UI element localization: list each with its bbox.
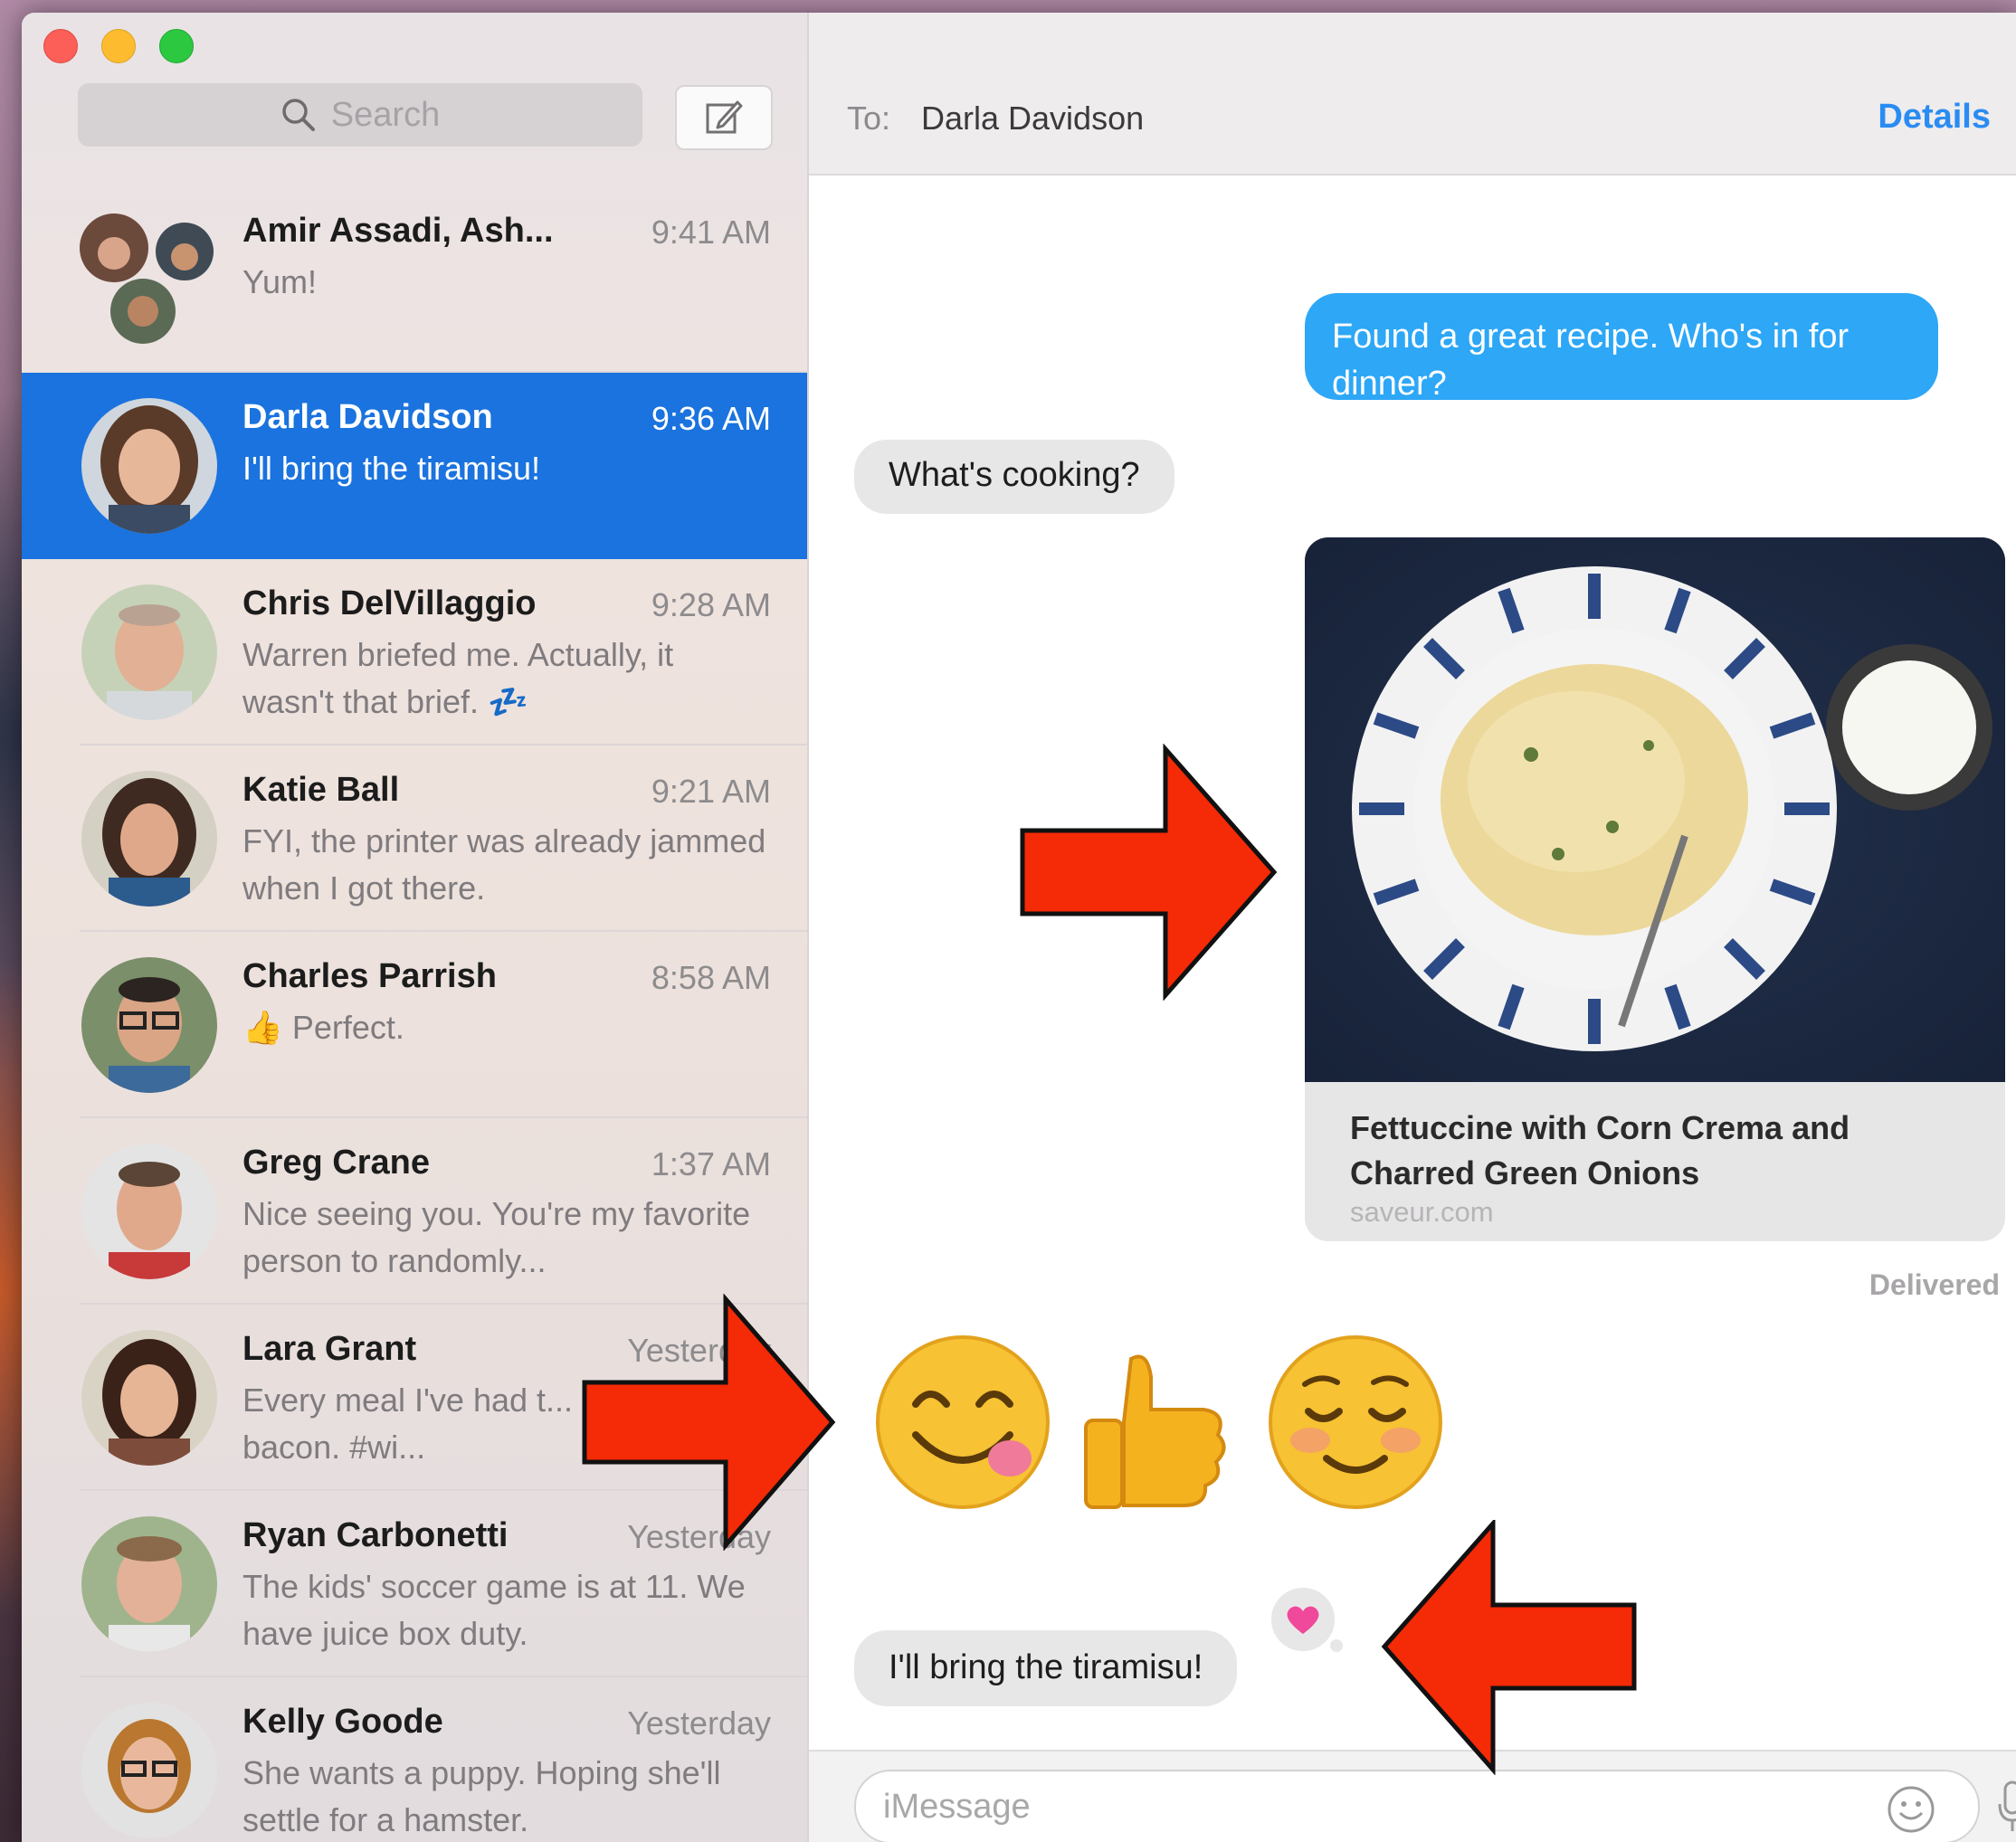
conversation-name: Greg Crane <box>242 1144 430 1182</box>
conversation-name: Ryan Carbonetti <box>242 1516 509 1554</box>
conversation-time: 8:58 AM <box>651 959 771 996</box>
details-button[interactable]: Details <box>1878 98 1991 137</box>
incoming-message[interactable]: I'll bring the tiramisu! <box>854 1630 1238 1706</box>
chat-header: To: Darla Davidson Details <box>809 13 2016 176</box>
search-field[interactable]: Search <box>78 83 642 147</box>
outgoing-message[interactable]: Found a great recipe. Who's in for dinne… <box>1305 293 1938 403</box>
annotation-arrow-left-icon <box>1381 1520 1637 1775</box>
to-label: To: <box>847 100 891 137</box>
link-domain: saveur.com <box>1350 1196 1494 1228</box>
conversation-time: 9:41 AM <box>651 214 771 251</box>
conversation-preview: Yum! <box>242 263 318 300</box>
conversation-preview: 👍 Perfect. <box>242 1009 404 1046</box>
close-window-button[interactable] <box>43 29 78 63</box>
smiley-icon <box>1888 1786 1935 1833</box>
link-preview-card[interactable]: Fettuccine with Corn Crema and Charred G… <box>1305 537 2005 1241</box>
microphone-icon <box>1998 1780 2016 1831</box>
avatar <box>81 1330 217 1466</box>
conversation-name: Amir Assadi, Ash... <box>242 212 554 250</box>
yum-emoji[interactable] <box>874 1334 1051 1515</box>
compose-button[interactable] <box>675 85 773 150</box>
recipe-image <box>1305 537 2005 1082</box>
microphone-button[interactable] <box>1994 1779 2016 1841</box>
group-avatar <box>78 210 214 346</box>
conversation-list: Amir Assadi, Ash... 9:41 AM Yum! Darla D… <box>22 186 807 1842</box>
conversation-item[interactable]: Kelly Goode Yesterday She wants a puppy.… <box>22 1677 807 1842</box>
conversation-name: Katie Ball <box>242 771 400 809</box>
delivered-status: Delivered <box>1869 1268 2000 1301</box>
heart-icon <box>1287 1606 1319 1634</box>
tapback-tail <box>1330 1639 1343 1652</box>
recipient-name[interactable]: Darla Davidson <box>921 100 1144 138</box>
link-title: Fettuccine with Corn Crema and Charred G… <box>1350 1109 1850 1192</box>
conversation-preview: FYI, the printer was already jammed when… <box>242 822 766 907</box>
conversation-item[interactable]: Katie Ball 9:21 AM FYI, the printer was … <box>22 745 807 932</box>
avatar <box>81 1144 217 1279</box>
incoming-message[interactable]: What's cooking? <box>854 440 1174 514</box>
search-icon <box>282 99 315 131</box>
conversation-time: 9:21 AM <box>651 773 771 810</box>
conversation-name: Lara Grant <box>242 1330 417 1368</box>
avatar <box>81 1703 217 1838</box>
conversation-preview: Warren briefed me. Actually, it wasn't t… <box>242 636 674 720</box>
thumbs-up-emoji[interactable] <box>1068 1341 1240 1517</box>
conversation-time: 9:36 AM <box>651 400 771 437</box>
conversation-name: Darla Davidson <box>242 398 493 436</box>
sidebar: Search Amir Assadi, Ash... 9:41 AM Yum! … <box>22 13 809 1842</box>
message-input[interactable] <box>854 1770 1980 1842</box>
conversation-time: 1:37 AM <box>651 1145 771 1182</box>
conversation-name: Chris DelVillaggio <box>242 584 537 622</box>
emoji-picker-button[interactable] <box>1886 1784 1936 1839</box>
maximize-window-button[interactable] <box>159 29 194 63</box>
minimize-window-button[interactable] <box>101 29 136 63</box>
conversation-item[interactable]: Amir Assadi, Ash... 9:41 AM Yum! <box>22 186 807 373</box>
avatar <box>81 957 217 1093</box>
compose-icon <box>706 100 743 134</box>
conversation-item[interactable]: Greg Crane 1:37 AM Nice seeing you. You'… <box>22 1118 807 1305</box>
conversation-time: 9:28 AM <box>651 586 771 623</box>
conversation-preview: I'll bring the tiramisu! <box>242 450 540 487</box>
heart-tapback[interactable] <box>1269 1585 1337 1654</box>
conversation-name: Kelly Goode <box>242 1703 443 1741</box>
conversation-item[interactable]: Charles Parrish 8:58 AM 👍 Perfect. <box>22 932 807 1118</box>
conversation-item[interactable]: Chris DelVillaggio 9:28 AM Warren briefe… <box>22 559 807 745</box>
conversation-item-selected[interactable]: Darla Davidson 9:36 AM I'll bring the ti… <box>22 373 807 559</box>
search-placeholder: Search <box>330 95 441 134</box>
avatar <box>81 398 217 534</box>
conversation-preview: She wants a puppy. Hoping she'll settle … <box>242 1754 721 1838</box>
annotation-arrow-right-icon <box>1020 744 1278 1001</box>
smiling-blush-emoji[interactable] <box>1267 1334 1444 1515</box>
avatar <box>81 1516 217 1652</box>
annotation-arrow-right-icon <box>582 1294 836 1551</box>
conversation-name: Charles Parrish <box>242 957 497 995</box>
conversation-preview: Nice seeing you. You're my favorite pers… <box>242 1195 751 1279</box>
conversation-preview: The kids' soccer game is at 11. We have … <box>242 1568 746 1652</box>
conversation-time: Yesterday <box>627 1704 771 1742</box>
avatar <box>81 771 217 907</box>
avatar <box>81 584 217 720</box>
